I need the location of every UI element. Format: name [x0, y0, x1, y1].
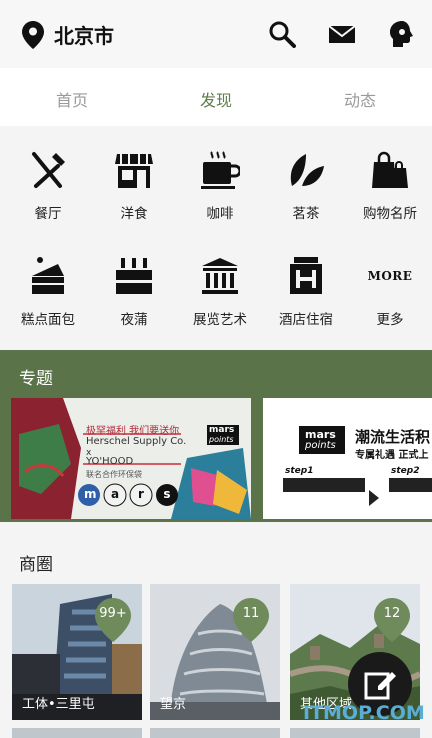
coffee-cup-icon [201, 151, 240, 189]
cake-icon [32, 257, 64, 294]
more-icon: MORE [367, 269, 413, 283]
count-pin: 99+ [95, 598, 131, 642]
count-badge: 99+ [99, 606, 127, 621]
count-pin: 11 [233, 598, 269, 642]
category-label: 夜蒲 [120, 312, 148, 328]
circle-card[interactable]: 11 望京 [150, 584, 280, 720]
letter-circle: s [163, 487, 171, 501]
circle-card[interactable]: 99+ 工体•三里屯 [12, 584, 142, 720]
banner-text-4: YO'HOOD [86, 456, 134, 467]
profile-head-icon[interactable] [388, 20, 416, 48]
topics-section: 专题 极罕福利 我们要送你 Herschel Supply Co. x YO'H… [0, 350, 432, 522]
banner-text-1: 极罕福利 我们要送你 [86, 426, 180, 437]
category-more[interactable]: MORE 更多 [347, 256, 432, 346]
tab-home[interactable]: 首页 [32, 87, 112, 111]
circle-name: 望京 [160, 697, 187, 712]
category-restaurant[interactable]: 餐厅 [5, 150, 91, 240]
section-title: 商圈 [19, 555, 53, 575]
circle-name: 工体•三里屯 [22, 697, 95, 712]
hotel-icon [290, 257, 322, 294]
letter-circle: r [138, 487, 144, 501]
category-label: 展览艺术 [193, 312, 247, 328]
letter-circle: a [110, 487, 120, 501]
topic-banner[interactable]: mars points 潮流生活积 专属礼遇 正式上 step1 step2 [263, 398, 432, 519]
category-label: 茗茶 [292, 206, 320, 222]
tab-discover[interactable]: 发现 [176, 87, 256, 111]
bottles-icon [116, 258, 152, 294]
tab-bar: 首页 发现 动态 [0, 68, 432, 126]
count-badge: 12 [383, 606, 401, 621]
banner-headline: 潮流生活积 [355, 428, 431, 446]
category-shopping[interactable]: 购物名所 [347, 150, 432, 240]
banner-subtitle: 专属礼遇 正式上 [355, 450, 429, 461]
category-hotel[interactable]: 酒店住宿 [263, 256, 349, 346]
category-grid: 餐厅 洋食 咖啡 茗茶 购物名所 糕点面包 夜蒲 展览艺术 酒店住宿 MORE … [0, 126, 432, 350]
tab-activity[interactable]: 动态 [320, 87, 400, 111]
category-label: 洋食 [120, 206, 148, 222]
search-icon[interactable] [268, 20, 296, 48]
section-title: 专题 [19, 369, 53, 389]
tea-leaf-icon [290, 154, 324, 186]
category-exhibition[interactable]: 展览艺术 [177, 256, 263, 346]
banner-text-2: Herschel Supply Co. [86, 436, 187, 447]
step-label: step2 [391, 466, 420, 476]
category-western-food[interactable]: 洋食 [91, 150, 177, 240]
letter-circle: m [84, 487, 97, 501]
circle-card-next [150, 728, 280, 738]
logo-points: points [305, 440, 336, 451]
city-selector[interactable]: 北京市 [54, 20, 114, 49]
category-label: 餐厅 [34, 206, 62, 222]
logo-mars: mars [209, 425, 235, 435]
category-label: 糕点面包 [21, 312, 75, 328]
mail-icon[interactable] [328, 20, 356, 48]
step-label: step1 [285, 466, 314, 476]
logo-points: points [209, 435, 234, 444]
banner-text-5: 联名合作环保袋 [86, 470, 142, 479]
category-tea[interactable]: 茗茶 [263, 150, 349, 240]
category-label: 咖啡 [206, 206, 234, 222]
top-bar: 北京市 [0, 0, 432, 68]
shopping-bag-icon [372, 151, 408, 188]
shop-icon [115, 154, 153, 188]
category-label: 购物名所 [363, 206, 417, 222]
count-pin: 12 [374, 598, 410, 642]
watermark-text: ITMOP.COM [303, 702, 425, 724]
museum-icon [202, 258, 238, 294]
topic-banner[interactable]: 极罕福利 我们要送你 Herschel Supply Co. x YO'HOOD… [11, 398, 251, 519]
circle-card-next [12, 728, 142, 738]
count-badge: 11 [242, 606, 260, 621]
location-pin-icon[interactable] [22, 21, 44, 49]
category-nightlife[interactable]: 夜蒲 [91, 256, 177, 346]
fork-knife-icon [32, 152, 65, 188]
category-bakery[interactable]: 糕点面包 [5, 256, 91, 346]
category-coffee[interactable]: 咖啡 [177, 150, 263, 240]
category-label: 酒店住宿 [279, 312, 333, 328]
circle-card-next [290, 728, 420, 738]
category-label: 更多 [376, 312, 404, 328]
